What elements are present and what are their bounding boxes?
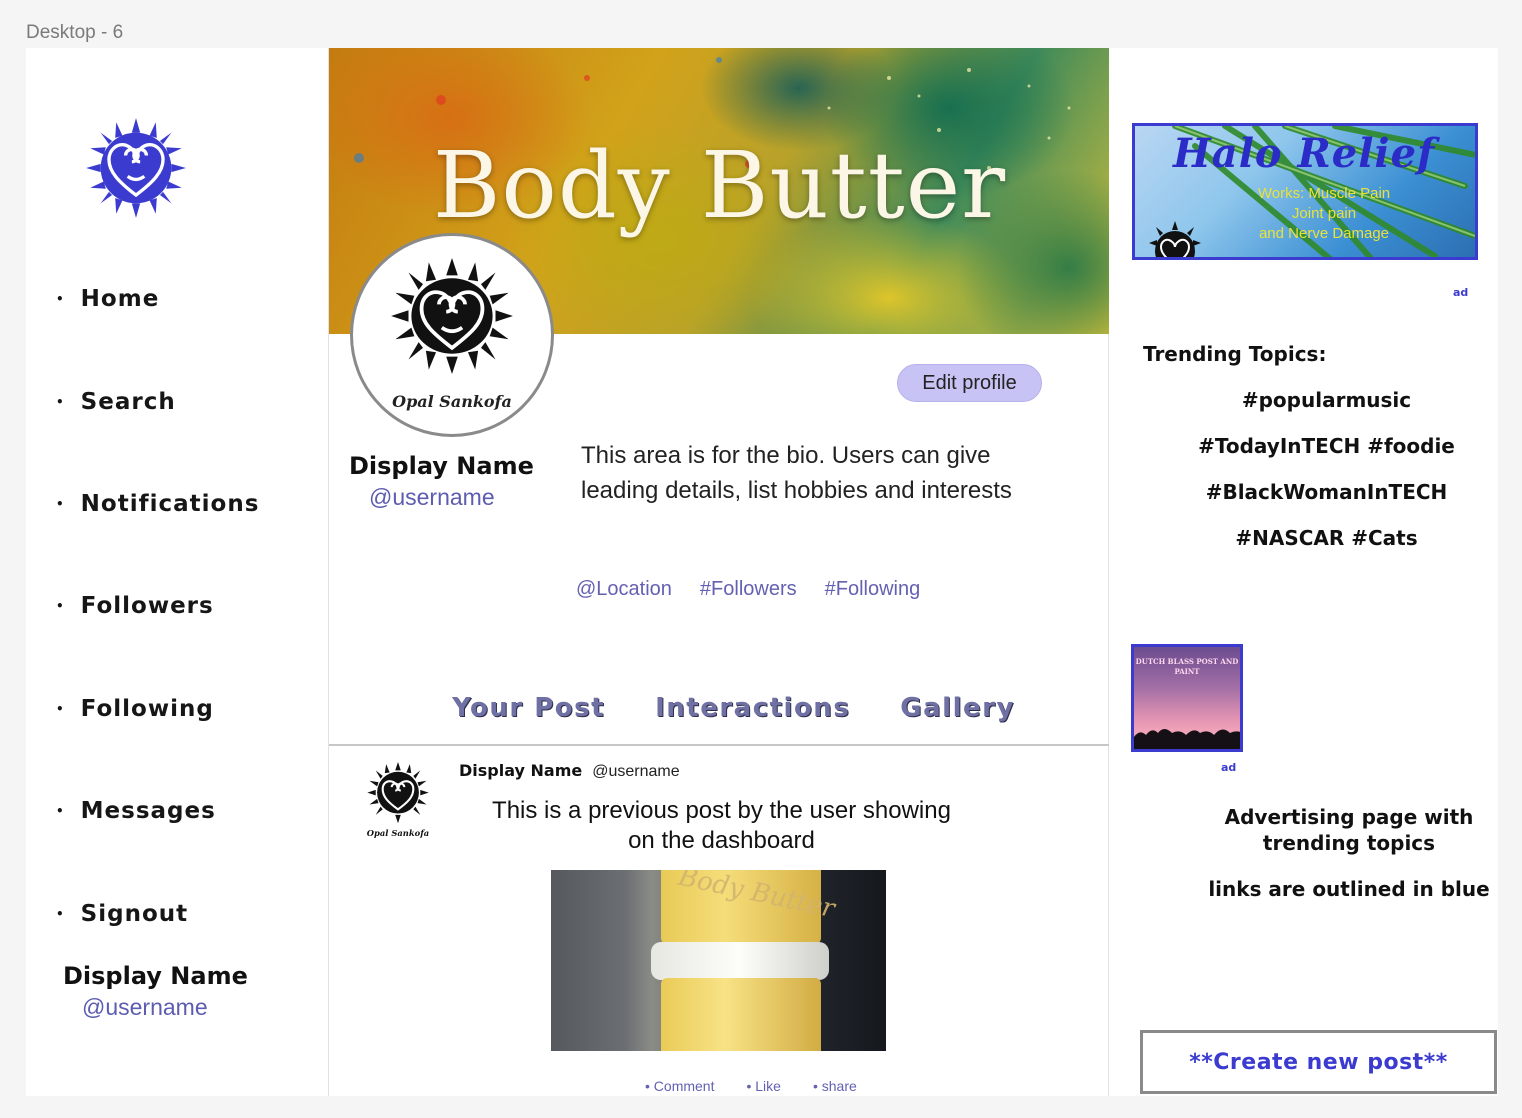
ad-tag: ad [1453,286,1469,299]
nav-label: Followers [80,593,214,620]
trending-topic[interactable]: #BlackWomanInTECH [1109,480,1522,504]
advertising-note: Advertising page with trending topics [1224,805,1474,855]
nav-label: Search [80,388,176,415]
ad1-line: Joint pain [1291,205,1357,222]
nav-label: Notifications [80,490,260,517]
tab-your-post[interactable]: Your Post [452,693,605,723]
nav-item-followers[interactable]: • Followers [56,555,259,657]
nav-item-signout[interactable]: • Signout [56,862,259,964]
right-sidebar: Halo Relief Works: Muscle Pain Joint pai… [1109,48,1498,1096]
trending-topic[interactable]: #TodayInTECH #foodie [1109,434,1522,458]
nav-item-notifications[interactable]: • Notifications [56,453,259,555]
profile-meta-links: @Location #Followers #Following [576,578,920,601]
post-logo-caption: Opal Sankofa [367,828,429,838]
ad-tag: ad [1221,761,1237,774]
post-text: This is a previous post by the user show… [492,797,951,854]
profile-display-name: Display Name [349,452,534,480]
ad2-text: DUTCH BLASS POST AND PAINT [1135,657,1239,676]
ad1-title: Halo Relief [1173,130,1436,177]
jar-lid [651,942,829,980]
create-post-button[interactable]: **Create new post** [1140,1030,1497,1094]
followers-link[interactable]: #Followers [700,578,797,601]
avatar-caption: Opal Sankofa [392,392,512,411]
sankofa-sun-heart-icon[interactable] [84,116,188,220]
nav-item-messages[interactable]: • Messages [56,760,259,862]
share-button[interactable]: • share [813,1078,857,1094]
nav-label: Messages [80,798,216,825]
tab-interactions[interactable]: Interactions [655,693,850,723]
banner-title: Body Butter [432,132,1007,239]
tab-divider [329,744,1110,746]
nav-item-home[interactable]: • Home [56,248,259,350]
like-button[interactable]: • Like [746,1078,780,1094]
location-link[interactable]: @Location [576,578,672,601]
main-nav: • Home • Search • Notifications • Followers … [56,248,259,965]
profile-bio: This area is for the bio. Users can give… [581,442,1012,504]
following-link[interactable]: #Following [825,578,921,601]
sidebar-username[interactable]: @username [82,994,208,1021]
profile-main: Body Butter Opal Sankofa Edit profile Di… [328,48,1110,1096]
edit-profile-button[interactable]: Edit profile [897,364,1042,402]
ad-square[interactable]: DUTCH BLASS POST AND PAINT [1131,644,1243,752]
nav-label: Signout [80,900,189,927]
jar-bottom [661,978,821,1051]
desktop-frame: • Home • Search • Notifications • Followers … [26,48,1498,1096]
tree-silhouette [1134,729,1240,749]
sankofa-sun-heart-icon[interactable]: Opal Sankofa [363,762,433,840]
post-photo[interactable]: Body Butter [551,870,886,1051]
sankofa-sun-heart-icon [391,258,513,374]
ad1-body: Works: Muscle Pain Joint pain and Nerve … [1209,184,1439,244]
nav-label: Following [80,695,214,722]
profile-tabs: Your Post Interactions Gallery [329,693,1110,723]
profile-avatar[interactable]: Opal Sankofa [350,233,554,437]
links-note: links are outlined in blue [1208,877,1490,901]
trending-topic[interactable]: #NASCAR #Cats [1109,526,1522,550]
nav-item-search[interactable]: • Search [56,350,259,452]
nav-item-following[interactable]: • Following [56,658,259,760]
sankofa-sun-heart-icon [1149,221,1201,257]
trending-topic[interactable]: #popularmusic [1109,388,1522,412]
ad1-line: and Nerve Damage [1258,225,1390,242]
nav-label: Home [80,286,160,313]
frame-label: Desktop - 6 [26,22,124,43]
post-username[interactable]: @username [592,763,679,781]
ad1-line: Works: Muscle Pain [1257,185,1391,202]
left-sidebar: • Home • Search • Notifications • Followers … [26,48,328,1096]
post-display-name: Display Name [459,761,583,780]
tab-gallery[interactable]: Gallery [900,693,1015,723]
post-header: Display Name @username [459,761,680,781]
ad-banner-halo-relief[interactable]: Halo Relief Works: Muscle Pain Joint pai… [1132,123,1478,260]
profile-username[interactable]: @username [369,484,495,511]
comment-button[interactable]: • Comment [645,1078,714,1094]
sidebar-display-name: Display Name [63,962,248,990]
trending-title: Trending Topics: [1143,342,1327,366]
post-actions: • Comment • Like • share [645,1078,857,1094]
